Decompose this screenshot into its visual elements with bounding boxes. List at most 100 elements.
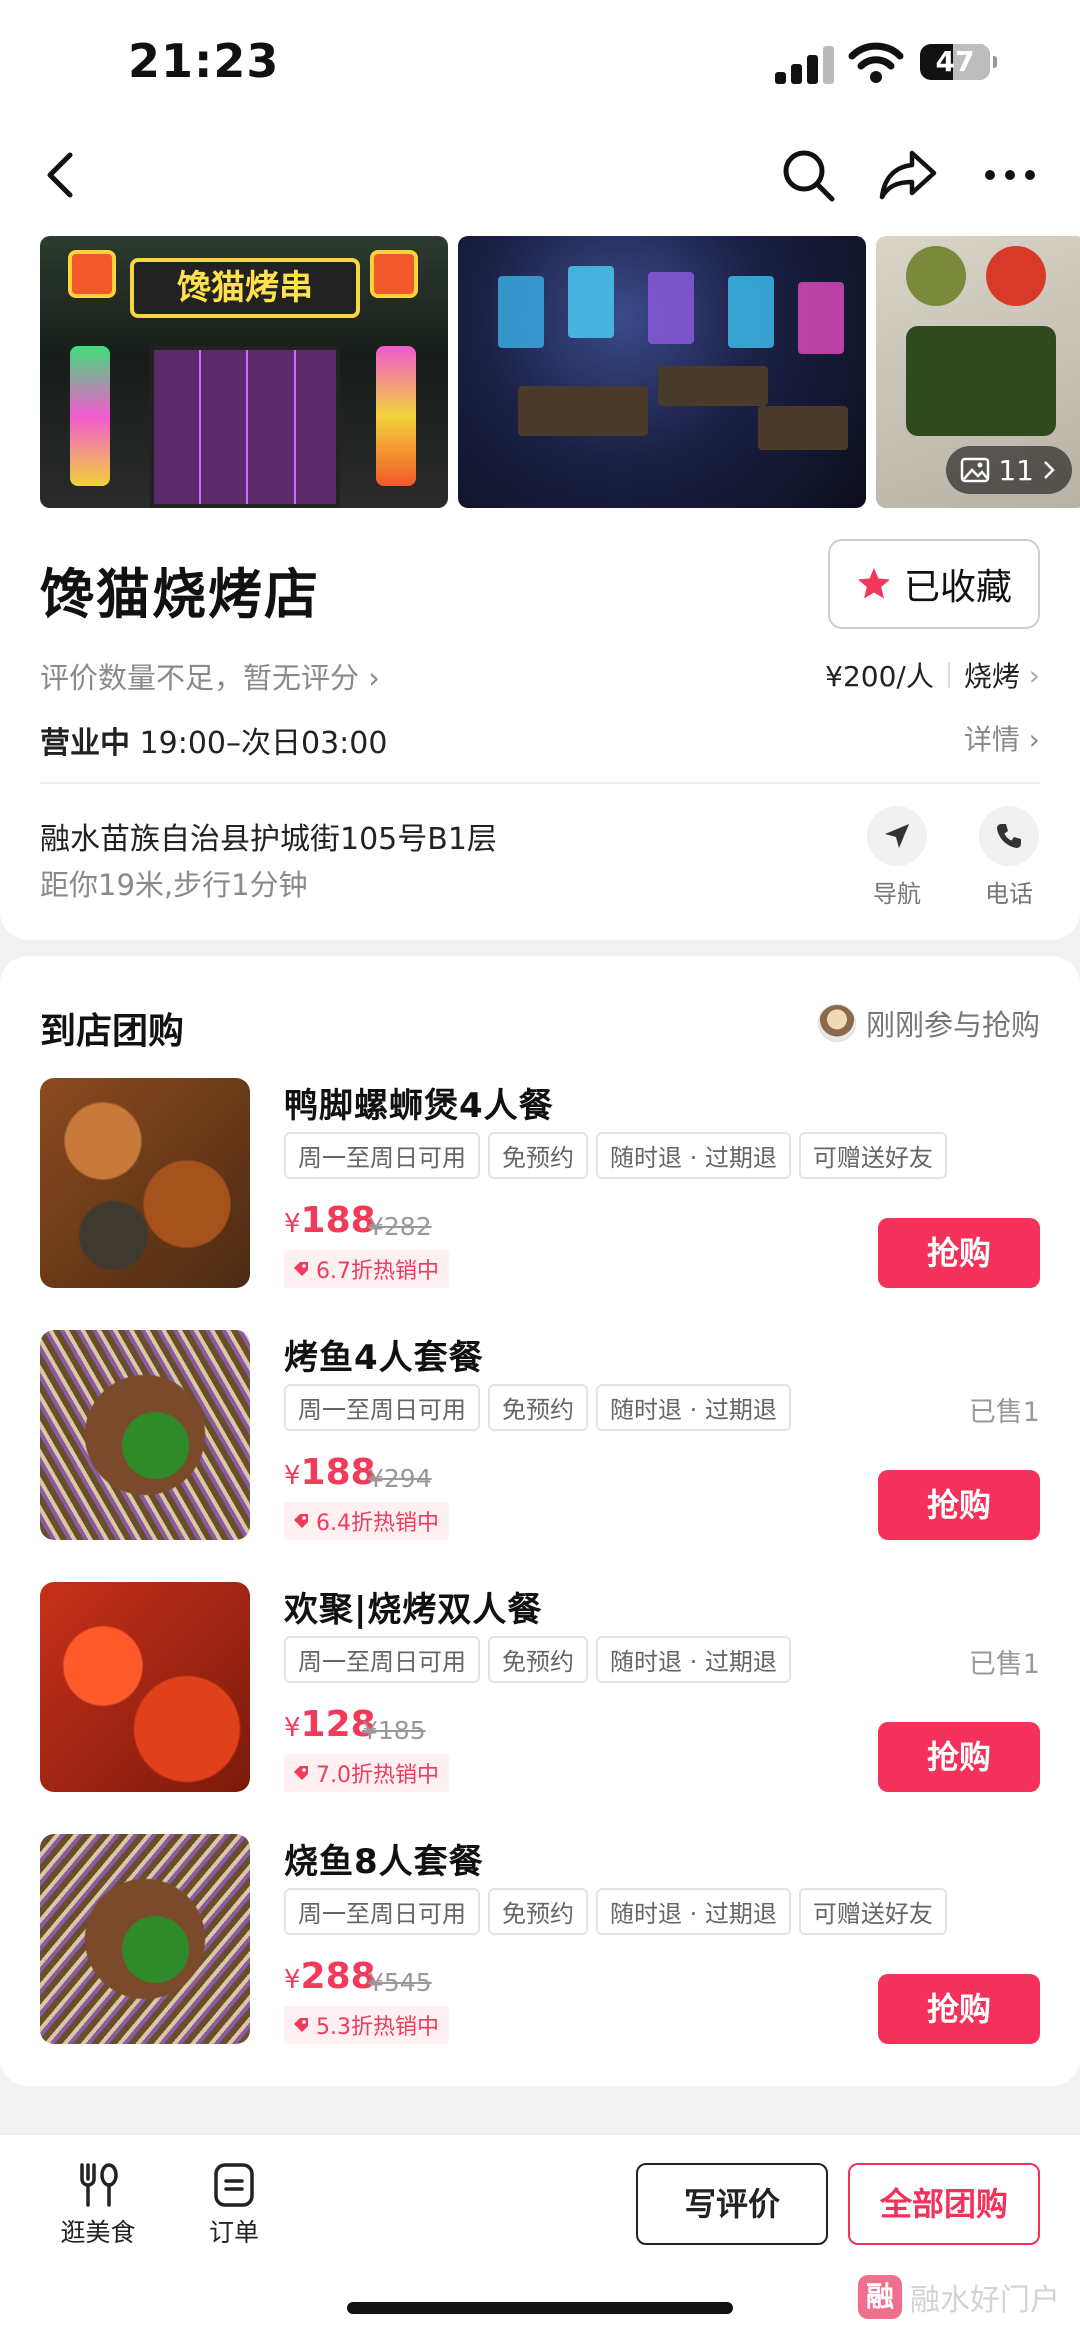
- deal-tag: 随时退 · 过期退: [596, 1132, 791, 1179]
- hours-range: 19:00–次日03:00: [139, 726, 388, 761]
- deal-price-value: 288: [300, 1956, 376, 1997]
- business-hours: 营业中 19:00–次日03:00: [40, 718, 387, 762]
- deal-price: ¥188: [284, 1452, 376, 1493]
- currency: ¥: [284, 1713, 301, 1743]
- deal-tag: 免预约: [488, 1132, 588, 1179]
- deal-item[interactable]: 鸭脚螺蛳煲4人餐 周一至周日可用 免预约 随时退 · 过期退 可赠送好友 ¥18…: [40, 1078, 1040, 1288]
- discount-badge: 5.3折热销中: [284, 2006, 449, 2044]
- home-indicator: [347, 2302, 733, 2314]
- detail-label: 详情: [963, 723, 1020, 756]
- deal-name: 烤鱼4人套餐: [284, 1338, 484, 1378]
- watermark-text: 融水好门户: [910, 2283, 1060, 2318]
- buy-button[interactable]: 抢购: [878, 1974, 1040, 2044]
- shop-header-card: 21:23 47 馋猫烤串 11 馋猫烧烤店 已收藏 评价数量不足，暂无评分 ›…: [0, 0, 1080, 940]
- back-icon[interactable]: [30, 143, 94, 207]
- more-icon[interactable]: [978, 143, 1042, 207]
- tab-browse-food[interactable]: 逛美食: [48, 2161, 148, 2249]
- currency: ¥: [284, 1461, 301, 1491]
- deal-image[interactable]: [40, 1078, 250, 1288]
- deal-tags: 周一至周日可用 免预约 随时退 · 过期退 可赠送好友: [284, 1132, 947, 1179]
- price-tag-icon: [294, 1262, 308, 1276]
- star-icon: [857, 568, 890, 599]
- tab-label: 逛美食: [60, 2218, 136, 2247]
- deal-name: 鸭脚螺蛳煲4人餐: [284, 1086, 554, 1126]
- sold-count: 已售1: [968, 1397, 1040, 1428]
- price-tag-icon: [294, 1514, 308, 1528]
- deal-item[interactable]: 烧鱼8人套餐 周一至周日可用 免预约 随时退 · 过期退 可赠送好友 ¥288 …: [40, 1834, 1040, 2044]
- storefront-photo[interactable]: 馋猫烤串: [40, 236, 448, 508]
- price-tag-icon: [294, 2018, 308, 2032]
- discount-text: 7.0折热销中: [316, 1763, 439, 1788]
- share-icon[interactable]: [876, 143, 940, 207]
- sold-count: 已售1: [968, 1649, 1040, 1680]
- watermark-logo: 融: [858, 2275, 902, 2319]
- deal-name: 欢聚|烧烤双人餐: [284, 1590, 543, 1630]
- deal-item[interactable]: 欢聚|烧烤双人餐 周一至周日可用 免预约 随时退 · 过期退 已售1 ¥128 …: [40, 1582, 1040, 1792]
- deal-tag: 免预约: [488, 1384, 588, 1431]
- deal-original-price: ¥294: [368, 1464, 432, 1493]
- detail-link[interactable]: 详情 ›: [964, 718, 1040, 758]
- photo-gallery[interactable]: 馋猫烤串 11: [40, 236, 1080, 508]
- storefront-door: [150, 346, 340, 508]
- deal-original-price: ¥185: [362, 1716, 426, 1745]
- interior-photo[interactable]: [458, 236, 866, 508]
- write-review-button[interactable]: 写评价: [636, 2163, 828, 2245]
- chevron-right-icon: [1044, 461, 1055, 479]
- image-icon: [961, 457, 990, 483]
- collect-button[interactable]: 已收藏: [828, 539, 1040, 629]
- navigation-icon: [885, 824, 909, 848]
- search-icon[interactable]: [776, 143, 840, 207]
- deal-tag: 周一至周日可用: [284, 1636, 480, 1683]
- signal-icon: [775, 44, 835, 84]
- price-tag-icon: [294, 1766, 308, 1780]
- tab-label: 订单: [208, 2218, 259, 2247]
- discount-text: 6.7折热销中: [316, 1259, 439, 1284]
- deal-tag: 随时退 · 过期退: [596, 1636, 791, 1683]
- currency: ¥: [284, 1965, 301, 1995]
- deal-tags: 周一至周日可用 免预约 随时退 · 过期退: [284, 1384, 791, 1431]
- discount-badge: 6.7折热销中: [284, 1250, 449, 1288]
- deal-image[interactable]: [40, 1582, 250, 1792]
- group-buy-section: 到店团购 刚刚参与抢购 鸭脚螺蛳煲4人餐 周一至周日可用 免预约 随时退 · 过…: [0, 956, 1080, 2086]
- buy-button[interactable]: 抢购: [878, 1218, 1040, 1288]
- tab-orders[interactable]: 订单: [184, 2161, 284, 2249]
- recent-text: 刚刚参与抢购: [865, 1008, 1040, 1042]
- address[interactable]: 融水苗族自治县护城街105号B1层: [40, 814, 497, 858]
- photo-count-badge[interactable]: 11: [946, 446, 1072, 494]
- deal-price-value: 188: [300, 1452, 376, 1493]
- deal-image[interactable]: [40, 1834, 250, 2044]
- deal-tag: 周一至周日可用: [284, 1132, 480, 1179]
- deal-tag: 免预约: [488, 1888, 588, 1935]
- distance: 距你19米,步行1分钟: [40, 868, 308, 902]
- watermark: 融 融水好门户: [858, 2275, 1060, 2319]
- wifi-icon: [848, 42, 904, 83]
- deal-tag: 免预约: [488, 1636, 588, 1683]
- storefront-sign: 馋猫烤串: [130, 258, 360, 318]
- top-nav: [0, 135, 1080, 215]
- shop-name: 馋猫烧烤店: [40, 563, 320, 626]
- deal-image[interactable]: [40, 1330, 250, 1540]
- price-category[interactable]: ¥200/人 烧烤 ›: [825, 655, 1040, 695]
- rating-text[interactable]: 评价数量不足，暂无评分 ›: [40, 655, 380, 697]
- deal-tags: 周一至周日可用 免预约 随时退 · 过期退: [284, 1636, 791, 1683]
- order-icon: [214, 2163, 254, 2207]
- phone-icon: [997, 824, 1021, 848]
- deal-tag: 可赠送好友: [798, 1888, 947, 1935]
- battery-level: 47: [935, 45, 975, 78]
- all-deals-button[interactable]: 全部团购: [848, 2163, 1040, 2245]
- navigate-button[interactable]: 导航: [857, 806, 937, 909]
- deal-item[interactable]: 烤鱼4人套餐 周一至周日可用 免预约 随时退 · 过期退 已售1 ¥188 ¥2…: [40, 1330, 1040, 1540]
- navigate-label: 导航: [873, 880, 921, 908]
- phone-button[interactable]: 电话: [969, 806, 1049, 909]
- price-per-person: ¥200/人: [825, 660, 934, 693]
- deal-price-value: 188: [300, 1200, 376, 1241]
- photo-count: 11: [998, 453, 1034, 487]
- discount-badge: 7.0折热销中: [284, 1754, 449, 1792]
- buy-button[interactable]: 抢购: [878, 1722, 1040, 1792]
- deal-name: 烧鱼8人套餐: [284, 1842, 484, 1882]
- food-photo[interactable]: 11: [876, 236, 1080, 508]
- divider: [40, 782, 1040, 784]
- buy-button[interactable]: 抢购: [878, 1470, 1040, 1540]
- section-title: 到店团购: [40, 1011, 185, 1052]
- phone-label: 电话: [985, 880, 1033, 908]
